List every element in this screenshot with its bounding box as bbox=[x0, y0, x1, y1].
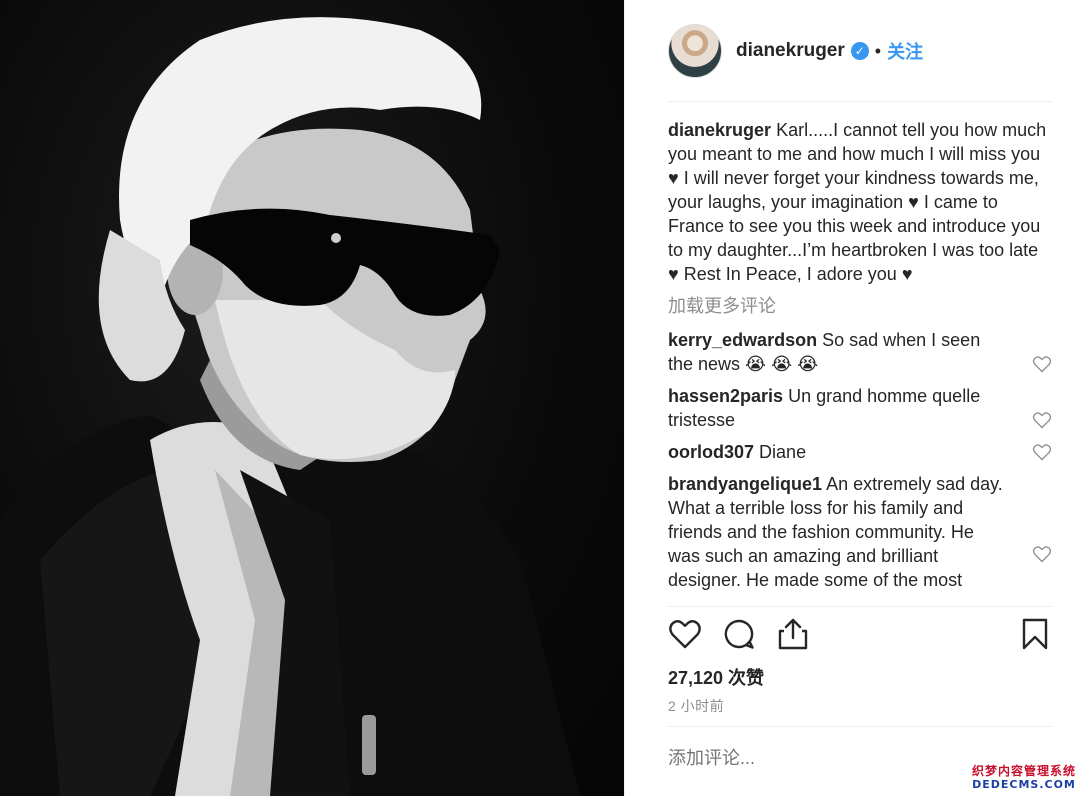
watermark-line2: DEDECMS.COM bbox=[972, 778, 1076, 791]
heart-outline-icon[interactable] bbox=[668, 617, 702, 651]
load-more-comments-button[interactable]: 加载更多评论 bbox=[668, 294, 1052, 318]
footer-divider bbox=[668, 726, 1052, 727]
post-photo[interactable] bbox=[0, 0, 624, 796]
header-divider bbox=[668, 101, 1052, 102]
comment-username[interactable]: brandyangelique1 bbox=[668, 474, 822, 494]
comment-text: Diane bbox=[759, 442, 807, 462]
comment-item: brandyangelique1 An extremely sad day. W… bbox=[668, 472, 1052, 592]
avatar[interactable] bbox=[668, 24, 722, 78]
likes-count[interactable]: 27,120 次赞 bbox=[668, 664, 764, 690]
post-header: dianekruger ✓ • 关注 bbox=[668, 24, 923, 78]
comment-username[interactable]: hassen2paris bbox=[668, 386, 783, 406]
watermark-line1: 织梦内容管理系统 bbox=[971, 764, 1076, 778]
bookmark-icon[interactable] bbox=[1018, 617, 1052, 651]
portrait-image bbox=[0, 17, 580, 796]
comment-username[interactable]: oorlod307 bbox=[668, 442, 754, 462]
verified-badge-icon: ✓ bbox=[850, 42, 869, 60]
post-timestamp[interactable]: 2 小时前 bbox=[668, 696, 724, 716]
comments-divider bbox=[668, 606, 1052, 607]
small-heart-icon[interactable] bbox=[1032, 544, 1052, 564]
header-username[interactable]: dianekruger bbox=[736, 40, 845, 62]
tie-pin bbox=[362, 715, 376, 775]
share-upload-icon[interactable] bbox=[776, 617, 810, 651]
watermark-logo: 织梦内容管理系统 DEDECMS.COM bbox=[972, 764, 1076, 792]
comment-item: oorlod307 Diane bbox=[668, 440, 1052, 464]
post-details-panel: dianekruger ✓ • 关注 dianekruger Karl.....… bbox=[624, 0, 1080, 796]
action-bar bbox=[668, 617, 1052, 653]
caption-username[interactable]: dianekruger bbox=[668, 120, 771, 140]
small-heart-icon[interactable] bbox=[1032, 354, 1052, 374]
speech-bubble-icon[interactable] bbox=[722, 617, 756, 651]
follow-button[interactable]: 关注 bbox=[887, 38, 923, 64]
small-heart-icon[interactable] bbox=[1032, 410, 1052, 430]
sunglasses-stud bbox=[331, 233, 341, 243]
comment-item: hassen2paris Un grand homme quelle trist… bbox=[668, 384, 1052, 432]
caption-text: Karl.....I cannot tell you how much you … bbox=[668, 120, 1047, 284]
comments-list[interactable]: dianekruger Karl.....I cannot tell you h… bbox=[668, 118, 1052, 606]
comment-item: kerry_edwardson So sad when I seen the n… bbox=[668, 328, 1052, 376]
comment-username[interactable]: kerry_edwardson bbox=[668, 330, 817, 350]
separator-dot: • bbox=[874, 40, 882, 61]
small-heart-icon[interactable] bbox=[1032, 442, 1052, 462]
post-caption: dianekruger Karl.....I cannot tell you h… bbox=[668, 118, 1052, 286]
